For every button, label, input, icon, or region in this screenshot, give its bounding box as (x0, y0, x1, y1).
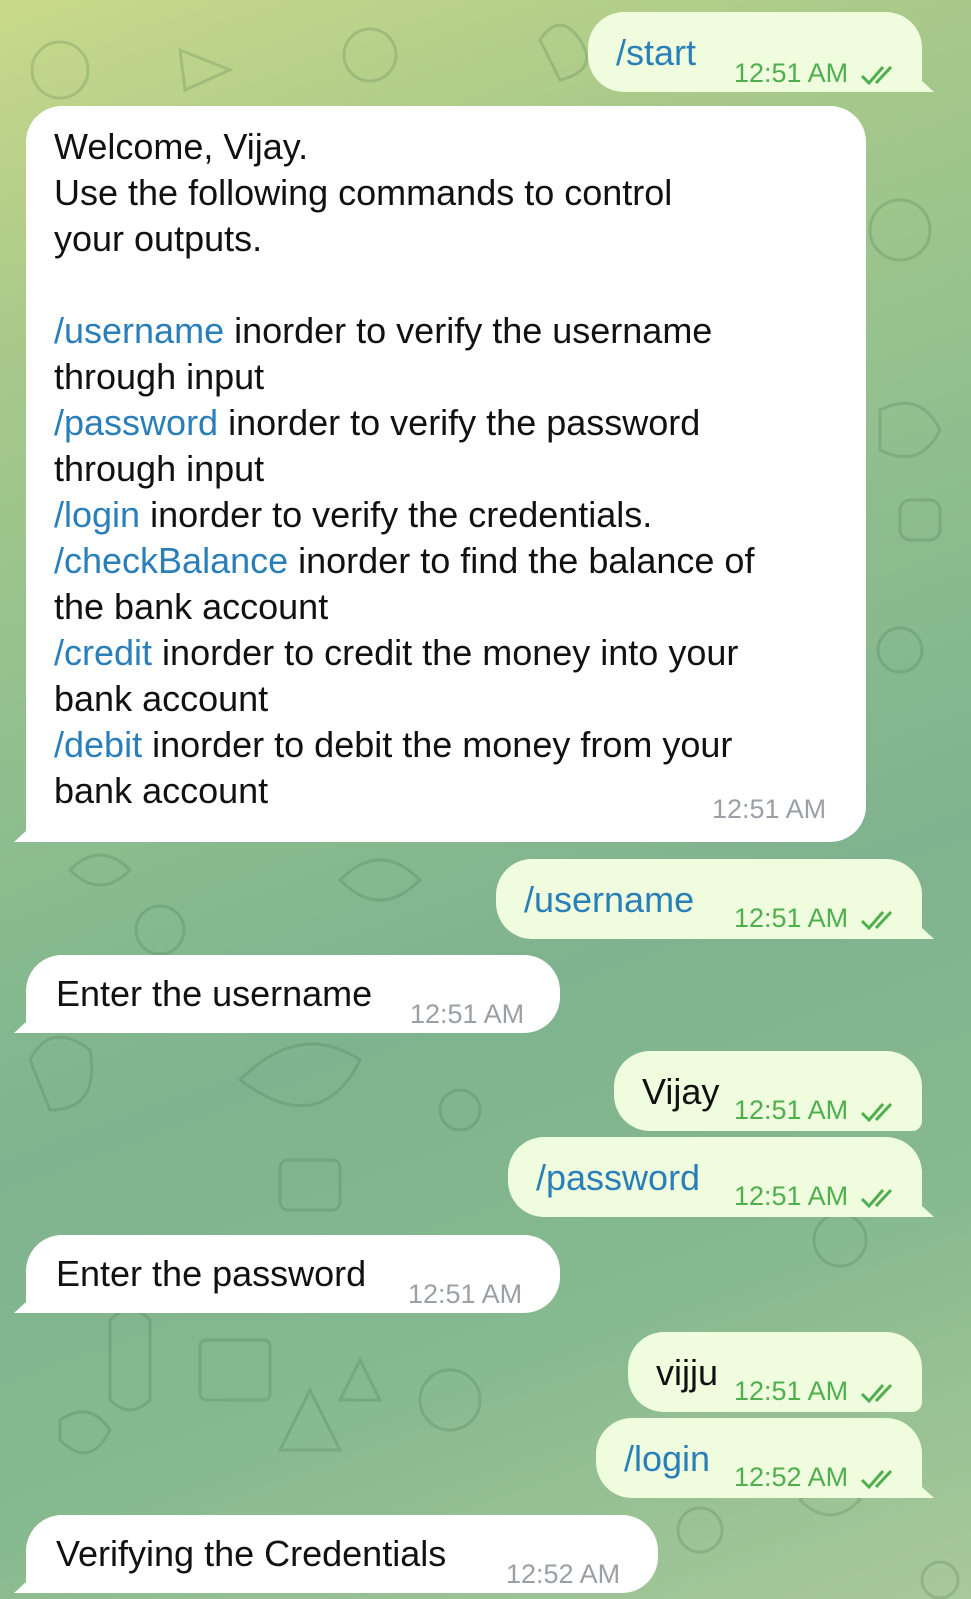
incoming-message[interactable]: Welcome, Vijay. Use the following command… (14, 106, 866, 842)
line-text: inorder to verify the credentials. (140, 494, 653, 535)
outgoing-message[interactable]: /start 12:51 AM (588, 12, 934, 92)
message-body: Welcome, Vijay. Use the following command… (54, 124, 754, 814)
outgoing-message[interactable]: Vijay 12:51 AM (614, 1051, 922, 1131)
message-time: 12:51 AM (734, 1181, 849, 1211)
message-meta: 12:51 AM (734, 1087, 898, 1133)
message-line: Use the following commands to control (54, 170, 754, 216)
message-line: your outputs. (54, 216, 754, 262)
double-check-icon (860, 65, 892, 85)
line-text: bank account (54, 770, 269, 811)
double-check-icon (860, 1188, 892, 1208)
incoming-message[interactable]: Verifying the Credentials 12:52 AM (14, 1515, 658, 1593)
command-link[interactable]: /password (54, 402, 218, 443)
command-link[interactable]: /debit (54, 724, 142, 765)
line-text: inorder to find the balance of (288, 540, 755, 581)
message-line: /username inorder to verify the username (54, 308, 754, 354)
command-link[interactable]: /username (54, 310, 224, 351)
bubble-tail (14, 1571, 38, 1593)
message-text[interactable]: /password (536, 1155, 700, 1201)
line-text: inorder to verify the username (224, 310, 713, 351)
line-text: bank account (54, 678, 269, 719)
line-text: your outputs. (54, 218, 263, 259)
line-text: through input (54, 448, 265, 489)
line-text: inorder to credit the money into your (152, 632, 739, 673)
outgoing-message[interactable]: /username 12:51 AM (496, 859, 934, 941)
message-text: Enter the username (56, 973, 373, 1014)
message-time: 12:51 AM (410, 999, 525, 1029)
message-text: vijju (656, 1352, 719, 1393)
line-text: inorder to debit the money from your (142, 724, 733, 765)
message-meta: 12:51 AM (734, 1173, 898, 1219)
message-time: 12:51 AM (734, 1095, 849, 1125)
message-meta: 12:51 AM (734, 1368, 898, 1414)
bubble-tail (910, 917, 934, 939)
message-line: through input (54, 446, 754, 492)
bubble-tail (910, 1195, 934, 1217)
command-link[interactable]: /login (54, 494, 140, 535)
message-line: /login inorder to verify the credentials… (54, 492, 754, 538)
message-line: /debit inorder to debit the money from y… (54, 722, 754, 768)
message-time: 12:52 AM (506, 1559, 621, 1589)
message-time: 12:52 AM (734, 1462, 849, 1492)
bubble-tail (14, 1291, 38, 1313)
command-link[interactable]: /credit (54, 632, 152, 673)
message-meta: 12:51 AM (734, 895, 898, 941)
line-text: inorder to verify the password (218, 402, 701, 443)
message-text: Verifying the Credentials (56, 1533, 447, 1574)
message-line (54, 262, 754, 308)
message-time: 12:51 AM (734, 1376, 849, 1406)
message-time: 12:51 AM (734, 58, 849, 88)
message-text[interactable]: /login (624, 1436, 710, 1482)
line-text: Use the following commands to control (54, 172, 673, 213)
double-check-icon (860, 1383, 892, 1403)
message-line: /credit inorder to credit the money into… (54, 630, 754, 676)
message-text[interactable]: /username (524, 877, 694, 923)
outgoing-message[interactable]: /login 12:52 AM (596, 1418, 934, 1500)
message-text[interactable]: /start (616, 30, 696, 76)
message-line: bank account (54, 676, 754, 722)
bubble-tail (910, 70, 934, 92)
double-check-icon (860, 1102, 892, 1122)
message-line: the bank account (54, 584, 754, 630)
message-line: /password inorder to verify the password (54, 400, 754, 446)
message-text: Enter the password (56, 1253, 367, 1294)
bubble-tail (14, 1011, 38, 1033)
message-time: 12:51 AM (408, 1279, 523, 1309)
message-line: through input (54, 354, 754, 400)
outgoing-message[interactable]: vijju 12:51 AM (628, 1332, 922, 1412)
message-text: Vijay (642, 1071, 720, 1112)
message-meta: 12:52 AM (734, 1454, 898, 1500)
line-text: the bank account (54, 586, 329, 627)
message-time: 12:51 AM (734, 903, 849, 933)
line-text: Welcome, Vijay. (54, 126, 309, 167)
double-check-icon (860, 910, 892, 930)
message-time: 12:51 AM (712, 794, 827, 824)
message-line: /checkBalance inorder to find the balanc… (54, 538, 754, 584)
message-line: Welcome, Vijay. (54, 124, 754, 170)
bubble-tail (14, 820, 38, 842)
bubble-tail (910, 1476, 934, 1498)
message-meta: 12:51 AM (734, 50, 898, 96)
incoming-message[interactable]: Enter the password 12:51 AM (14, 1235, 560, 1313)
double-check-icon (860, 1469, 892, 1489)
line-text: through input (54, 356, 265, 397)
outgoing-message[interactable]: /password 12:51 AM (508, 1137, 934, 1219)
incoming-message[interactable]: Enter the username 12:51 AM (14, 955, 560, 1033)
command-link[interactable]: /checkBalance (54, 540, 288, 581)
message-line: bank account (54, 768, 754, 814)
